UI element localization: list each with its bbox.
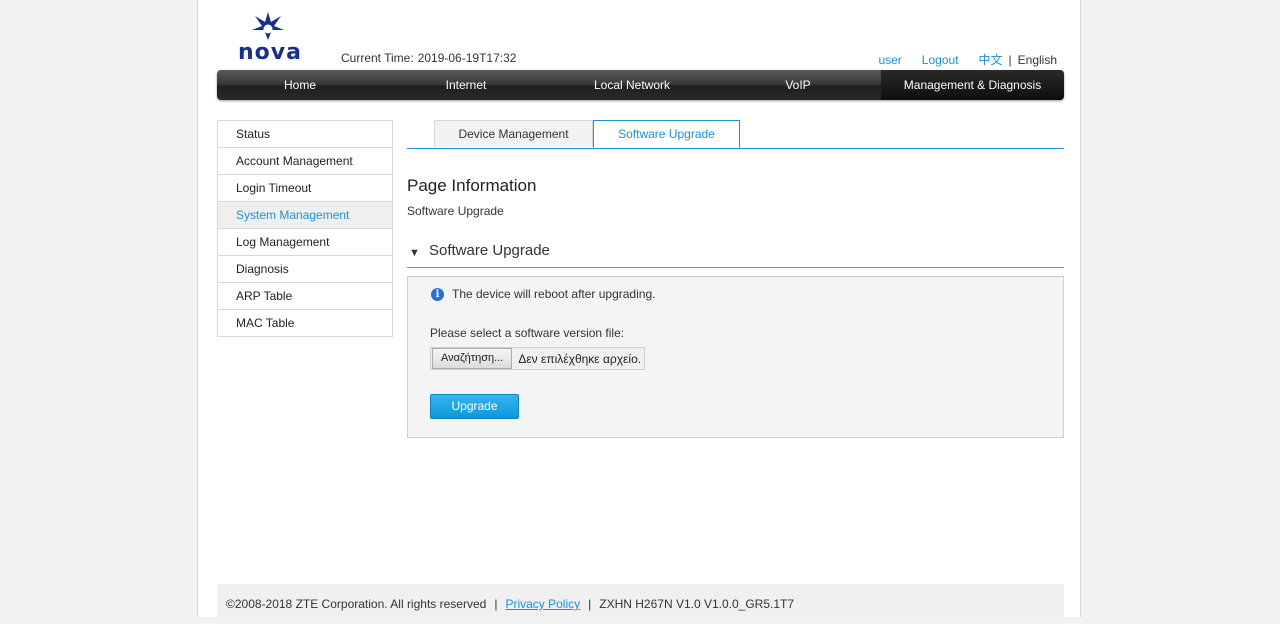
lang-separator: |: [1008, 53, 1012, 67]
sidebar-item-mac-table[interactable]: MAC Table: [218, 310, 392, 337]
tab-software-upgrade[interactable]: Software Upgrade: [593, 120, 740, 148]
nav-voip[interactable]: VoIP: [715, 70, 881, 100]
footer-separator: |: [588, 597, 592, 611]
nav-management-diagnosis[interactable]: Management & Diagnosis: [881, 70, 1064, 100]
nova-logo: nova: [238, 10, 301, 66]
file-input[interactable]: Αναζήτηση... Δεν επιλέχθηκε αρχείο.: [430, 347, 645, 370]
sidebar-item-arp-table[interactable]: ARP Table: [218, 283, 392, 310]
current-time-value: 2019-06-19T17:32: [417, 51, 517, 65]
logout-link[interactable]: Logout: [922, 53, 959, 67]
lang-en-link[interactable]: English: [1018, 53, 1057, 67]
tab-bar: Device Management Software Upgrade: [407, 120, 1064, 149]
page-title: Page Information: [407, 176, 537, 195]
page-subtitle: Software Upgrade: [407, 204, 504, 218]
info-icon: i: [431, 287, 444, 301]
sidebar: Status Account Management Login Timeout …: [217, 120, 393, 337]
lang-zh-link[interactable]: 中文: [979, 53, 1003, 67]
sidebar-item-log-management[interactable]: Log Management: [218, 229, 392, 256]
file-status-text: Δεν επιλέχθηκε αρχείο.: [518, 351, 642, 366]
nav-home[interactable]: Home: [217, 70, 383, 100]
sidebar-item-system-management[interactable]: System Management: [218, 202, 392, 229]
sidebar-item-status[interactable]: Status: [218, 121, 392, 148]
current-time-label: Current Time:: [341, 51, 414, 65]
logo-text: nova: [238, 40, 302, 65]
notice-text: The device will reboot after upgrading.: [452, 287, 656, 301]
user-link[interactable]: user: [878, 53, 901, 67]
version-text: ZXHN H267N V1.0 V1.0.0_GR5.1T7: [599, 597, 795, 611]
browse-button[interactable]: Αναζήτηση...: [432, 348, 513, 369]
section-title: Software Upgrade: [429, 242, 550, 259]
nav-local-network[interactable]: Local Network: [549, 70, 715, 100]
nav-internet[interactable]: Internet: [383, 70, 549, 100]
current-time: Current Time: 2019-06-19T17:32: [341, 51, 516, 65]
reboot-notice: i The device will reboot after upgrading…: [431, 287, 655, 301]
collapse-triangle-icon[interactable]: ▼: [409, 247, 420, 259]
upgrade-button[interactable]: Upgrade: [430, 394, 519, 419]
footer-separator: |: [494, 597, 498, 611]
upgrade-panel: i The device will reboot after upgrading…: [407, 276, 1064, 438]
top-links: user Logout 中文 | English: [878, 51, 1057, 68]
sidebar-item-login-timeout[interactable]: Login Timeout: [218, 175, 392, 202]
main-nav: Home Internet Local Network VoIP Managem…: [217, 70, 1064, 100]
sidebar-item-diagnosis[interactable]: Diagnosis: [218, 256, 392, 283]
tab-device-management[interactable]: Device Management: [434, 120, 593, 147]
footer: ©2008-2018 ZTE Corporation. All rights r…: [217, 584, 1064, 617]
section-header[interactable]: ▼ Software Upgrade: [407, 240, 1064, 268]
page-container: nova Current Time: 2019-06-19T17:32 user L…: [197, 0, 1081, 617]
nova-emblem-icon: [252, 12, 284, 40]
copyright-text: ©2008-2018 ZTE Corporation. All rights r…: [226, 597, 487, 611]
select-file-label: Please select a software version file:: [430, 326, 625, 340]
privacy-policy-link[interactable]: Privacy Policy: [505, 597, 580, 611]
sidebar-item-account-management[interactable]: Account Management: [218, 148, 392, 175]
